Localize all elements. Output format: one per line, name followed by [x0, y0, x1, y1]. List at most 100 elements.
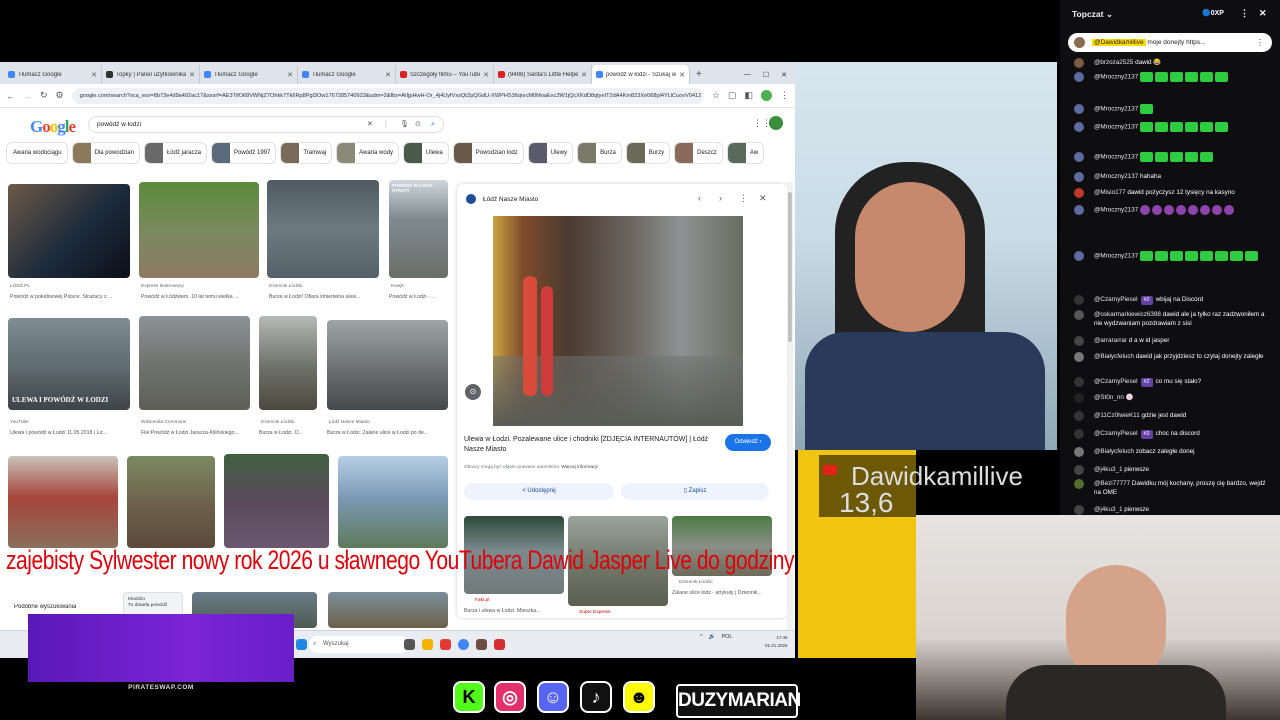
related-caption[interactable]: Zalane ulice łodz - artykuły | Dziennik.… — [672, 590, 772, 596]
result-image[interactable] — [139, 182, 259, 278]
avatar[interactable] — [1074, 393, 1084, 403]
related-search-chip[interactable]: Dla powodzian — [71, 142, 140, 164]
chat-username[interactable]: @j4ku3_1 — [1094, 466, 1122, 473]
app-icon[interactable] — [494, 639, 505, 650]
prev-icon[interactable]: ‹ — [698, 193, 701, 203]
result-image[interactable] — [338, 456, 448, 548]
chat-username[interactable]: @Mroczny2137 — [1094, 207, 1138, 214]
chat-message[interactable]: @Misio177 dawid pożyczysz 12 tysięcy na … — [1068, 188, 1272, 198]
new-tab-button[interactable]: + — [690, 65, 708, 84]
pinned-message[interactable]: @Dawidkamillive moje donejty https... ⋮ — [1068, 33, 1272, 52]
chat-message[interactable]: @St0n_nn 🍥 — [1068, 393, 1272, 403]
avatar[interactable] — [1074, 310, 1084, 320]
chat-message[interactable]: @Mroczny2137 — [1068, 251, 1272, 261]
points-badge[interactable]: 🔵0XP — [1202, 9, 1224, 17]
tab-close-icon[interactable]: ✕ — [287, 71, 293, 79]
clock[interactable]: 17:45 01.01.2026 — [765, 634, 788, 650]
chat-message[interactable]: @Mroczny2137 — [1068, 152, 1272, 162]
chat-message[interactable]: @j4ku3_1 pierwsze — [1068, 465, 1272, 475]
chat-username[interactable]: @Białycfeluch — [1094, 353, 1134, 360]
browser-tab[interactable]: Topky | Panel użytkownika ✕ — [102, 65, 200, 84]
next-icon[interactable]: › — [719, 193, 722, 203]
chat-mode-selector[interactable]: Topczat ⌄ — [1072, 9, 1113, 20]
avatar[interactable] — [1074, 251, 1084, 261]
language-indicator[interactable]: POL — [721, 634, 732, 640]
search-box[interactable]: powódź w łodzi ✕ | 🎙 ⊙ ⌕ — [88, 116, 444, 133]
search-query[interactable]: powódź w łodzi — [97, 121, 141, 128]
related-search-chip[interactable]: Ulewa — [403, 142, 449, 164]
preview-image[interactable] — [493, 216, 743, 426]
chat-username[interactable]: @St0n_nn — [1094, 394, 1124, 401]
app-icon[interactable] — [476, 639, 487, 650]
forward-icon[interactable]: → — [23, 91, 32, 101]
chat-username[interactable]: @arrararrar — [1094, 337, 1127, 344]
result-image[interactable] — [8, 184, 130, 278]
chat-message[interactable]: @Mroczny2137 hahaha — [1068, 172, 1272, 182]
related-search-chip[interactable]: Ulewy — [527, 142, 574, 164]
avatar[interactable] — [1074, 411, 1084, 421]
result-image[interactable]: POWÓDŹ W ŁODZI STRATY — [389, 180, 448, 278]
chat-username[interactable]: @CzarnyPiesel — [1094, 378, 1138, 385]
avatar[interactable] — [1074, 58, 1084, 68]
result-image[interactable] — [127, 456, 215, 548]
result-image[interactable]: ULEWA I POWÓDŹ W ŁODZI — [8, 318, 130, 410]
start-icon[interactable] — [296, 639, 307, 650]
avatar[interactable] — [1074, 295, 1084, 305]
microphone-icon[interactable]: 🎙 — [400, 117, 409, 132]
profile-avatar[interactable] — [761, 90, 772, 101]
result-image[interactable] — [139, 316, 250, 410]
chat-message[interactable]: @j4ku3_1 pierwsze — [1068, 505, 1272, 515]
avatar[interactable] — [1074, 352, 1084, 362]
explorer-icon[interactable] — [422, 639, 433, 650]
related-search-chip[interactable]: Powodzian lodz — [452, 142, 524, 164]
pinned-menu-icon[interactable]: ⋮ — [1256, 33, 1264, 52]
chat-username[interactable]: @oskarmarkiewicz6398 — [1094, 311, 1161, 318]
chrome-icon[interactable] — [458, 639, 469, 650]
result-caption[interactable]: Powódź w Łódzkiem. 10 lat temu wielka ..… — [141, 294, 259, 300]
reload-icon[interactable]: ↻ — [40, 90, 48, 101]
tray-chevron-icon[interactable]: ^ — [700, 634, 703, 640]
chat-username[interactable]: @j4ku3_1 — [1094, 506, 1122, 513]
avatar[interactable] — [1074, 465, 1084, 475]
tab-close-icon[interactable]: ✕ — [385, 71, 391, 79]
site-info-icon[interactable]: ⚙ — [56, 90, 64, 101]
chat-message[interactable]: @Mroczny2137 — [1068, 205, 1272, 215]
result-caption[interactable]: Powódź w Łodzi - ... — [389, 294, 449, 300]
sidebar-icon[interactable]: ◧ — [744, 90, 753, 101]
learn-more-link[interactable]: Więcej informacji — [561, 465, 597, 470]
related-search-chip[interactable]: Awaria wodociągu — [6, 142, 68, 164]
chat-username[interactable]: @brzoza2525 — [1094, 59, 1133, 66]
chat-message[interactable]: @Mroczny2137 — [1068, 104, 1272, 114]
result-image[interactable] — [259, 316, 317, 410]
menu-icon[interactable]: ⋮ — [780, 90, 789, 101]
browser-tab[interactable]: Szczegóły filmu – YouTube Studio✕ — [396, 65, 494, 84]
more-icon[interactable]: ⋮ — [739, 193, 748, 204]
result-caption[interactable]: Powódź w południowej Polsce. Strażacy z … — [10, 294, 130, 300]
chat-message[interactable]: @Białycfeluch zobacz zaległe donej — [1068, 447, 1272, 457]
related-search-chip[interactable]: Deszcz — [674, 142, 723, 164]
chat-username[interactable]: @Białycfeluch — [1094, 448, 1134, 455]
result-caption[interactable]: Ulewa i powódź w Łodzi 11.05.2018 | Lic.… — [10, 430, 130, 436]
chat-close-icon[interactable]: ✕ — [1259, 8, 1267, 19]
related-search-chip[interactable]: Burzy — [625, 142, 671, 164]
chat-message[interactable]: @Bezi77777 Dawidku mój kochany, proszę c… — [1068, 479, 1272, 497]
chat-username[interactable]: @Misio177 — [1094, 189, 1126, 196]
related-search-chip[interactable]: Burza — [577, 142, 622, 164]
related-search-chip[interactable]: Awaria wody — [336, 142, 400, 164]
chat-message[interactable]: @Białycfeluch dawid jak przyjdziesz to c… — [1068, 352, 1272, 362]
avatar[interactable] — [1074, 205, 1084, 215]
result-caption[interactable]: Burza w Łodzi. O... — [259, 430, 319, 436]
chat-username[interactable]: @Bezi77777 — [1094, 480, 1130, 487]
task-view-icon[interactable] — [404, 639, 415, 650]
chat-message[interactable]: @arrararrar d a w id jasper — [1068, 336, 1272, 346]
result-caption[interactable]: Burza w Łodzi. Zalane ulice w Łodzi po d… — [327, 430, 448, 436]
speaker-icon[interactable]: 🔊 — [709, 634, 716, 640]
app-icon[interactable] — [440, 639, 451, 650]
scrollbar[interactable] — [787, 182, 793, 652]
panel-title[interactable]: Ulewa w Łodzi. Pozalewane ulice i chodni… — [464, 435, 714, 455]
avatar[interactable] — [1074, 377, 1084, 387]
chat-message[interactable]: @oskarmarkiewicz6398 dawid ale ja tylko … — [1068, 310, 1272, 328]
browser-tab[interactable]: powódź w łodzi - Szukaj w Goo✕ — [592, 65, 690, 84]
lens-search-icon[interactable]: ⊙ — [465, 384, 481, 400]
chat-username[interactable]: @CzarnyPiesel — [1094, 296, 1138, 303]
